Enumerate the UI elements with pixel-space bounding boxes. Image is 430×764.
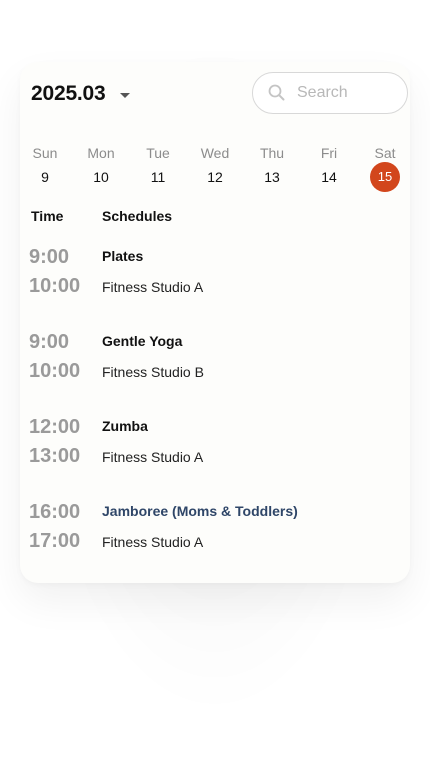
day-wed[interactable]: Wed 12 bbox=[190, 144, 240, 196]
event-title: Gentle Yoga bbox=[102, 333, 183, 349]
day-name: Fri bbox=[320, 145, 338, 161]
day-name: Mon bbox=[87, 145, 115, 161]
event-title-link[interactable]: Jamboree (Moms & Toddlers) bbox=[102, 503, 298, 519]
end-time: 10:00 bbox=[29, 360, 81, 382]
month-selector[interactable]: 2025.03 bbox=[31, 82, 130, 106]
search-input[interactable] bbox=[297, 84, 397, 102]
day-number: 14 bbox=[321, 169, 337, 185]
event-location: Fitness Studio A bbox=[102, 449, 204, 465]
search-icon bbox=[268, 84, 285, 101]
search-box[interactable] bbox=[252, 72, 408, 114]
schedule-card: 2025.03 Sun 9 Mon 10 Tue 11 bbox=[20, 62, 410, 583]
day-thu[interactable]: Thu 13 bbox=[247, 144, 297, 196]
day-number: 10 bbox=[93, 169, 109, 185]
start-time: 9:00 bbox=[29, 246, 70, 268]
day-number-selected: 15 bbox=[370, 162, 400, 192]
start-time: 12:00 bbox=[29, 416, 81, 438]
day-number: 13 bbox=[264, 169, 280, 185]
schedule-item[interactable]: 16:00 17:00 Jamboree (Moms & Toddlers) F… bbox=[29, 501, 399, 561]
day-name: Sun bbox=[32, 145, 58, 161]
day-tue[interactable]: Tue 11 bbox=[133, 144, 183, 196]
event-location: Fitness Studio A bbox=[102, 534, 204, 550]
caret-down-icon bbox=[119, 92, 130, 98]
end-time: 13:00 bbox=[29, 445, 81, 467]
event-location: Fitness Studio B bbox=[102, 364, 204, 380]
week-strip: Sun 9 Mon 10 Tue 11 Wed 12 Thu 13 Fri 14 bbox=[20, 144, 410, 192]
schedule-item[interactable]: 9:00 10:00 Gentle Yoga Fitness Studio B bbox=[29, 331, 399, 391]
event-title: Zumba bbox=[102, 418, 148, 434]
day-sat[interactable]: Sat 15 bbox=[360, 144, 410, 192]
column-header-time: Time bbox=[31, 208, 64, 224]
day-number: 12 bbox=[207, 169, 223, 185]
event-title: Plates bbox=[102, 248, 144, 264]
day-name: Tue bbox=[146, 145, 170, 161]
schedule-table-header: Time Schedules bbox=[31, 208, 391, 228]
day-fri[interactable]: Fri 14 bbox=[304, 144, 354, 196]
end-time: 10:00 bbox=[29, 275, 81, 297]
schedule-item[interactable]: 9:00 10:00 Plates Fitness Studio A bbox=[29, 246, 399, 306]
app-screen: 2025.03 Sun 9 Mon 10 Tue 11 bbox=[0, 0, 430, 764]
day-name: Sat bbox=[374, 145, 396, 161]
day-number: 9 bbox=[41, 169, 49, 185]
day-name: Wed bbox=[200, 145, 230, 161]
day-name: Thu bbox=[259, 145, 285, 161]
month-label: 2025.03 bbox=[31, 82, 106, 105]
start-time: 16:00 bbox=[29, 501, 81, 523]
end-time: 17:00 bbox=[29, 530, 81, 552]
day-number: 11 bbox=[150, 169, 166, 185]
event-location: Fitness Studio A bbox=[102, 279, 204, 295]
day-mon[interactable]: Mon 10 bbox=[76, 144, 126, 196]
start-time: 9:00 bbox=[29, 331, 70, 353]
schedule-item[interactable]: 12:00 13:00 Zumba Fitness Studio A bbox=[29, 416, 399, 476]
column-header-schedules: Schedules bbox=[102, 208, 173, 224]
day-sun[interactable]: Sun 9 bbox=[20, 144, 70, 196]
